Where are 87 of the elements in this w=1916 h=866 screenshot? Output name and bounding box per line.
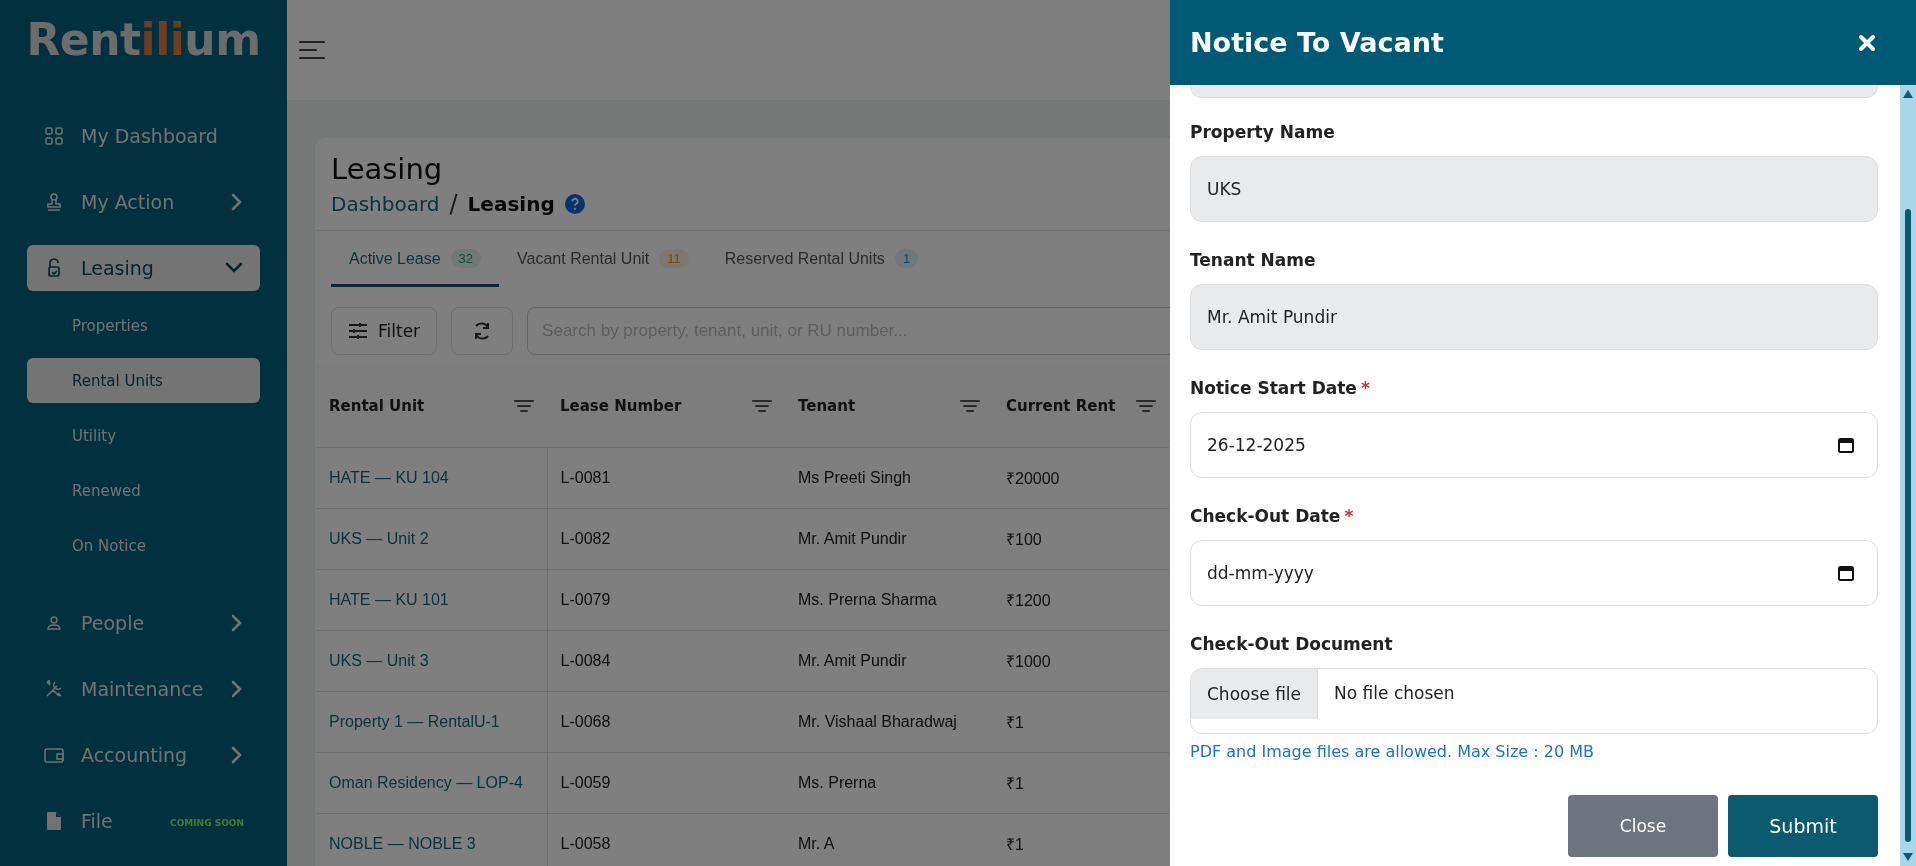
table-cell: ₹1200 — [993, 569, 1169, 631]
menu-icon[interactable] — [299, 40, 325, 60]
help-icon[interactable] — [564, 194, 585, 214]
table-cell: ₹1 — [993, 752, 1169, 814]
rental-unit-link[interactable]: Property 1 — RentalU-1 — [316, 691, 547, 753]
filter-button[interactable]: Filter — [331, 307, 438, 355]
column-filter-icon[interactable] — [514, 399, 534, 413]
rental-unit-link[interactable]: HATE — KU 101 — [316, 569, 547, 631]
column-filter-icon[interactable] — [1136, 399, 1156, 413]
table-cell: L-0082 — [547, 508, 785, 570]
rental-unit-link[interactable]: HATE — KU 104 — [316, 447, 547, 509]
table-cell: Ms. Prerna — [785, 752, 993, 814]
field-label: Tenant Name — [1190, 250, 1316, 270]
table-cell: Mr. Amit Pundir — [785, 508, 993, 570]
column-header: Rental Unit — [329, 397, 425, 415]
nav-item[interactable]: My Action — [27, 179, 260, 225]
nav-item[interactable]: Accounting — [27, 732, 260, 778]
required-mark: * — [1344, 506, 1354, 526]
rental-unit-link[interactable]: NOBLE — NOBLE 3 — [316, 813, 547, 866]
table-cell: Mr. Amit Pundir — [785, 630, 993, 692]
close-button[interactable]: Close — [1568, 795, 1718, 857]
table-cell: ₹1 — [993, 691, 1169, 753]
tab[interactable]: Vacant Rental Unit 11 — [499, 231, 707, 287]
column-header: Tenant — [798, 397, 856, 415]
page-title: Leasing — [331, 152, 444, 186]
table-cell: L-0079 — [547, 569, 785, 631]
table-cell: ₹20000 — [993, 447, 1169, 509]
column-filter-icon[interactable] — [752, 399, 772, 413]
table-cell: ₹100 — [993, 508, 1169, 570]
column-filter-icon[interactable] — [960, 399, 980, 413]
nav-subitem[interactable]: Rental Units — [27, 358, 260, 403]
nav-item[interactable]: Maintenance — [27, 666, 260, 712]
rental-unit-link[interactable]: UKS — Unit 2 — [316, 508, 547, 570]
coming-soon-label: COMING SOON — [170, 818, 244, 828]
nav-subitem[interactable]: Properties — [27, 303, 260, 348]
table-cell: L-0059 — [547, 752, 785, 814]
wallet-icon — [43, 746, 65, 764]
dialog-title: Notice To Vacant — [1190, 27, 1444, 58]
scroll-down-icon[interactable] — [1902, 852, 1914, 862]
required-mark: * — [1360, 378, 1370, 398]
scrollbar[interactable] — [1900, 85, 1916, 866]
breadcrumb-link[interactable]: Dashboard — [331, 192, 440, 216]
grid-icon — [43, 127, 65, 145]
date-field[interactable]: dd-mm-yyyy — [1190, 540, 1878, 606]
sliders-icon — [348, 322, 368, 340]
table-cell: L-0084 — [547, 630, 785, 692]
breadcrumb-separator: / — [449, 190, 458, 218]
close-button[interactable] — [1858, 33, 1876, 52]
calendar-icon[interactable] — [1837, 564, 1855, 582]
breadcrumb-current: Leasing — [467, 192, 555, 216]
table-cell: L-0081 — [547, 447, 785, 509]
field-label: Check-Out Date — [1190, 506, 1341, 526]
nav-subitem[interactable]: On Notice — [27, 523, 260, 568]
nav-subitem[interactable]: Utility — [27, 413, 260, 458]
submit-button[interactable]: Submit — [1728, 795, 1878, 857]
nav-item[interactable]: File COMING SOON — [27, 798, 260, 844]
rental-unit-link[interactable]: Oman Residency — LOP-4 — [316, 752, 547, 814]
column-header: Current Rent — [1006, 397, 1116, 415]
choose-file-button[interactable]: Choose file — [1191, 669, 1319, 719]
file-field[interactable]: Choose file No file chosen — [1190, 668, 1878, 734]
rental-unit-link[interactable]: UKS — Unit 3 — [316, 630, 547, 692]
tab[interactable]: Active Lease 32 — [331, 231, 500, 287]
field-label: Property Name — [1190, 122, 1335, 142]
table-cell: Mr. A — [785, 813, 993, 866]
tab[interactable]: Reserved Rental Units 1 — [706, 231, 937, 287]
table-cell: ₹1000 — [993, 630, 1169, 692]
hint-text: PDF and Image files are allowed. Max Size : 20 MB — [1190, 742, 1595, 761]
nav-item[interactable]: Leasing — [27, 245, 260, 291]
table-cell: Ms. Prerna Sharma — [785, 569, 993, 631]
logo[interactable]: Rentilium — [26, 14, 261, 65]
column-header: Lease Number — [560, 397, 682, 415]
date-field[interactable]: 26-12-2025 — [1190, 412, 1878, 478]
scroll-up-icon[interactable] — [1902, 89, 1914, 99]
nav-item[interactable]: People — [27, 600, 260, 646]
table-cell: L-0058 — [547, 813, 785, 866]
nav-item[interactable]: My Dashboard — [27, 113, 260, 159]
tools-icon — [43, 679, 65, 699]
table-cell: ₹1 — [993, 813, 1169, 866]
table-cell: Mr. Vishaal Bharadwaj — [785, 691, 993, 753]
calendar-icon[interactable] — [1837, 436, 1855, 454]
table-cell: L-0068 — [547, 691, 785, 753]
input-field[interactable] — [1190, 85, 1878, 98]
table-cell: Ms Preeti Singh — [785, 447, 993, 509]
field-label: Notice Start Date — [1190, 378, 1357, 398]
refresh-button[interactable] — [451, 307, 514, 355]
nav-subitem[interactable]: Renewed — [27, 468, 260, 513]
field-label: Check-Out Document — [1190, 634, 1393, 654]
